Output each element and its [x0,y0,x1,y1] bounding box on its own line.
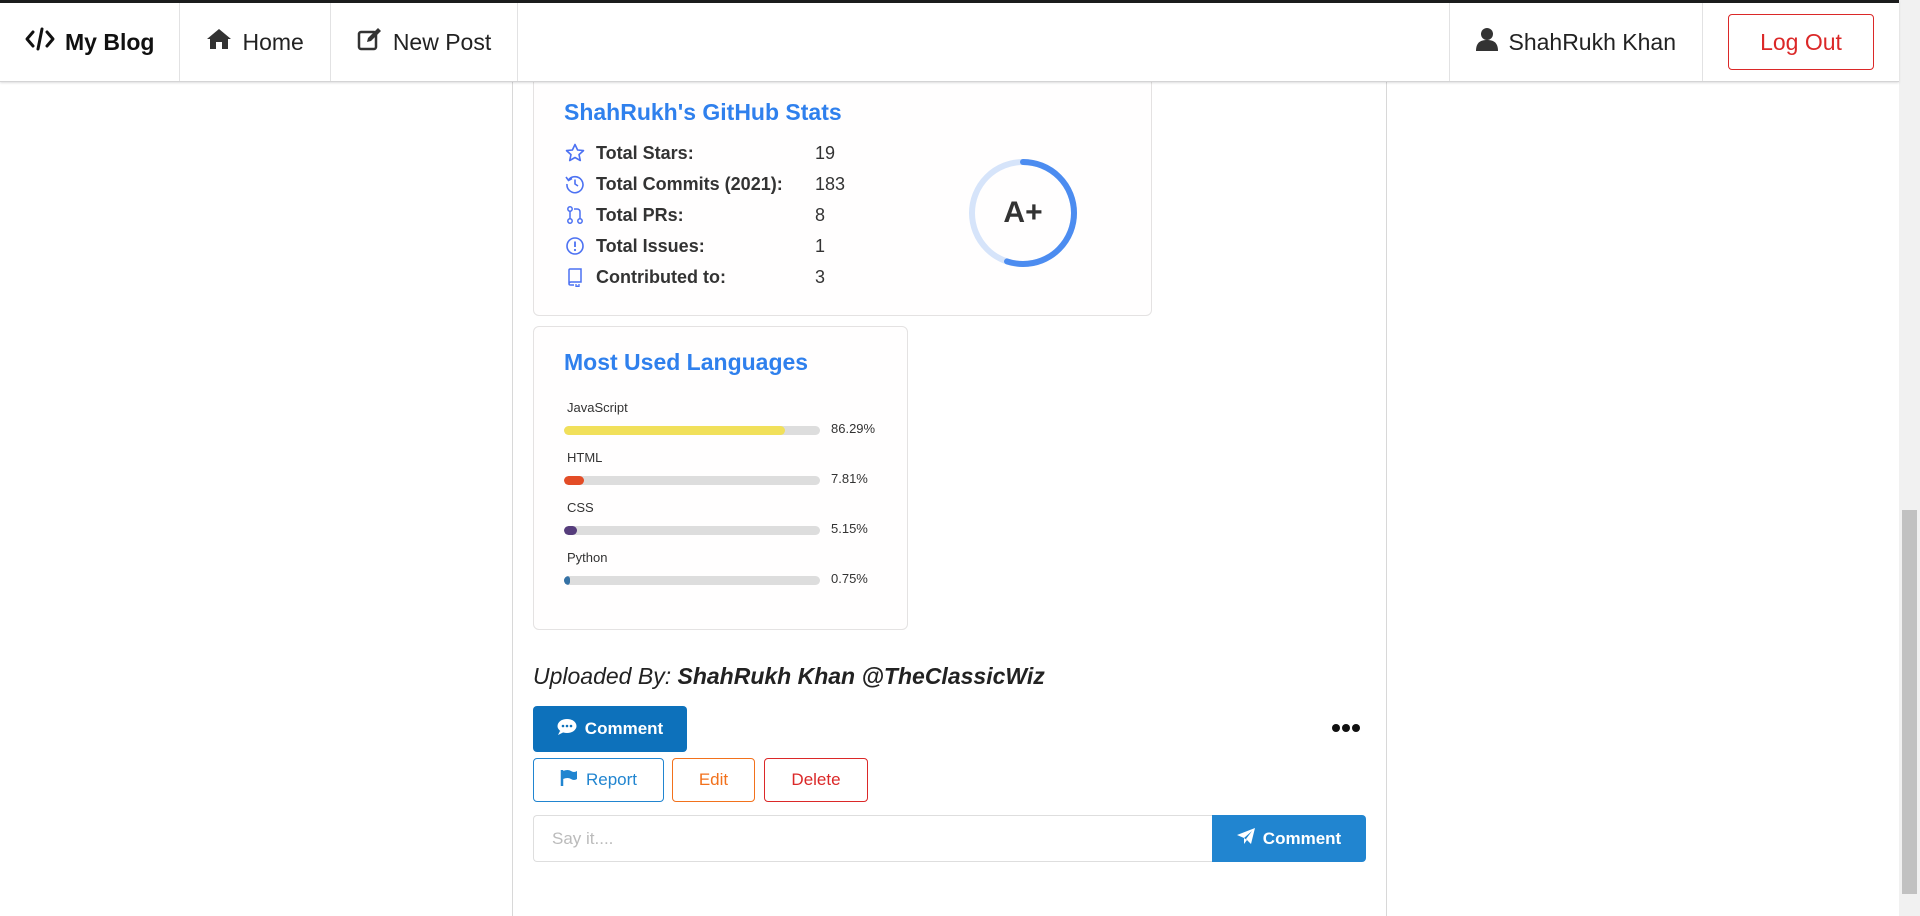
language-bar-fill [564,576,571,585]
comment-submit-label: Comment [1262,828,1342,848]
code-icon [25,27,55,57]
language-percent: 5.15% [831,521,868,536]
language-item-javascript: JavaScript 86.29% [564,400,894,436]
scrollbar-thumb[interactable] [1902,510,1917,894]
stat-label: Total Stars: [596,142,694,163]
navbar-spacer [518,3,1449,81]
pull-request-icon [564,204,586,226]
nav-right: Log Out [1703,3,1899,81]
stat-value: 3 [815,266,826,287]
logout-button[interactable]: Log Out [1728,14,1874,70]
language-name: CSS [567,500,594,515]
language-bar [564,576,820,585]
edit-icon [357,27,383,57]
languages-card: Most Used Languages JavaScript 86.29% HT… [533,326,908,630]
language-percent: 7.81% [831,471,868,486]
uploaded-by-author[interactable]: ShahRukh Khan @TheClassicWiz [677,663,1044,689]
brand-link[interactable]: My Blog [0,3,181,81]
language-percent: 86.29% [831,421,876,436]
comment-button[interactable]: Comment [533,706,687,752]
uploaded-by: Uploaded By: ShahRukh Khan @TheClassicWi… [533,663,1045,690]
nav-user-label: ShahRukh Khan [1508,28,1676,55]
languages-title: Most Used Languages [564,349,809,375]
stat-value: 183 [815,173,846,194]
comment-button-label: Comment [584,719,664,738]
stat-row-prs: Total PRs: 8 [564,203,825,227]
github-stats-title: ShahRukh's GitHub Stats [564,99,842,125]
issue-icon [564,235,586,257]
comment-submit-button[interactable]: Comment [1212,815,1366,862]
send-icon [1236,828,1255,849]
language-item-html: HTML 7.81% [564,450,894,486]
stat-label: Total Issues: [596,235,705,256]
stat-value: 19 [815,142,836,163]
stat-label: Total PRs: [596,204,684,225]
comment-icon [557,718,577,741]
stat-value: 8 [815,204,826,225]
language-name: HTML [567,450,603,465]
language-bar [564,426,820,435]
repo-icon [564,266,586,288]
stat-value: 1 [815,235,826,256]
language-bar [564,476,820,485]
rank-grade: A+ [1003,196,1043,229]
stat-row-commits: Total Commits (2021): 183 [564,172,845,196]
nav-new-post[interactable]: New Post [331,3,519,81]
nav-home-label: Home [242,28,304,55]
language-item-css: CSS 5.15% [564,500,894,536]
report-button-label: Report [585,770,638,789]
report-button[interactable]: Report [533,758,664,802]
more-options-icon[interactable] [1331,718,1361,738]
language-bar-fill [564,476,584,485]
comment-input[interactable] [533,815,1213,862]
language-name: Python [567,550,608,565]
language-name: JavaScript [567,400,628,415]
stat-label: Total Commits (2021): [596,173,783,194]
history-icon [564,173,586,195]
stat-label: Contributed to: [596,266,726,287]
delete-button[interactable]: Delete [764,758,868,802]
language-bar-fill [564,426,785,435]
github-stats-card: ShahRukh's GitHub Stats Total Stars: 19 … [533,70,1152,316]
home-icon [206,28,232,56]
stat-row-issues: Total Issues: 1 [564,234,825,258]
user-icon [1476,27,1499,57]
language-item-python: Python 0.75% [564,550,894,586]
stat-row-contributed: Contributed to: 3 [564,265,825,289]
flag-icon [560,769,578,792]
nav-user[interactable]: ShahRukh Khan [1449,3,1703,81]
top-navbar: My Blog Home New Post ShahRukh Khan Log … [0,0,1899,82]
nav-home[interactable]: Home [180,3,331,81]
language-bar-fill [564,526,578,535]
nav-new-post-label: New Post [392,28,492,55]
brand-label: My Blog [65,28,155,55]
star-icon [564,142,586,164]
language-percent: 0.75% [831,571,868,586]
uploaded-by-prefix: Uploaded By: [533,663,672,689]
stat-row-stars: Total Stars: 19 [564,141,835,165]
edit-button[interactable]: Edit [672,758,755,802]
rank-circle: A+ [967,157,1079,269]
page-scrollbar[interactable] [1899,0,1920,916]
language-bar [564,526,820,535]
